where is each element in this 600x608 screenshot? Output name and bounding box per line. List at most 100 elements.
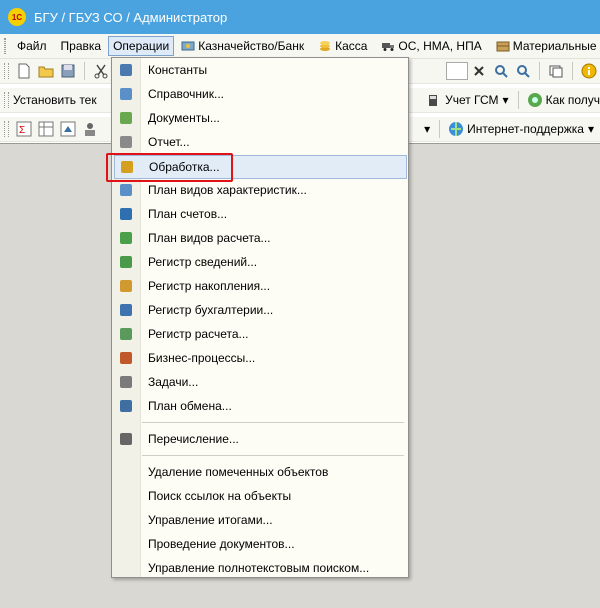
- help-circle-icon: [527, 93, 542, 107]
- menu-separator: [142, 455, 404, 456]
- toolbar-grip[interactable]: [4, 92, 9, 108]
- chevron-down-icon[interactable]: ▾: [424, 122, 430, 136]
- information-register-icon: [120, 256, 132, 268]
- menu-item-enumeration[interactable]: Перечисление...: [112, 428, 408, 450]
- window-title: БГУ / ГБУЗ СО / Администратор: [34, 9, 228, 25]
- documents-icon: [120, 112, 132, 124]
- menu-item-action-19[interactable]: Проведение документов...: [112, 533, 408, 555]
- menu-item-label: План счетов...: [148, 207, 228, 221]
- info-icon[interactable]: [581, 63, 597, 79]
- menu-item-action-17[interactable]: Поиск ссылок на объекты: [112, 485, 408, 507]
- menu-item-chart-of-accounts[interactable]: План счетов...: [112, 203, 408, 225]
- menu-item-business-process[interactable]: Бизнес-процессы...: [112, 347, 408, 369]
- menu-item-calculation-register[interactable]: Регистр расчета...: [112, 323, 408, 345]
- fuel-icon: [429, 95, 438, 106]
- treasury-icon: [181, 41, 195, 51]
- menu-item-label: Отчет...: [148, 135, 190, 149]
- menu-bar: Файл Правка Операции Казначейство/Банк К…: [0, 34, 600, 59]
- menu-item-characteristics-plan[interactable]: План видов характеристик...: [112, 179, 408, 201]
- menu-item-constants[interactable]: Константы: [112, 59, 408, 81]
- sum-icon[interactable]: Σ: [16, 121, 32, 137]
- search-combo[interactable]: [446, 62, 468, 80]
- constants-icon: [120, 64, 132, 76]
- calculation-register-icon: [120, 328, 132, 340]
- menu-item-accumulation-register[interactable]: Регистр накопления...: [112, 275, 408, 297]
- menu-treasury-bank[interactable]: Казначейство/Банк: [174, 36, 311, 56]
- menu-item-label: Бизнес-процессы...: [148, 351, 256, 365]
- chevron-down-icon[interactable]: ▾: [503, 93, 509, 107]
- menu-fixed-assets[interactable]: ОС, НМА, НПА: [374, 36, 488, 56]
- clear-search-icon[interactable]: [471, 63, 487, 79]
- title-bar: 1С БГУ / ГБУЗ СО / Администратор: [0, 0, 600, 34]
- menu-item-action-18[interactable]: Управление итогами...: [112, 509, 408, 531]
- menu-item-calculation-types[interactable]: План видов расчета...: [112, 227, 408, 249]
- menu-item-label: Перечисление...: [148, 432, 239, 446]
- menu-separator: [142, 422, 404, 423]
- chart-of-accounts-icon: [120, 208, 132, 220]
- characteristics-plan-icon: [120, 184, 132, 196]
- find-next-icon[interactable]: [515, 63, 531, 79]
- menu-item-documents[interactable]: Документы...: [112, 107, 408, 129]
- toolbar-separator: [539, 62, 540, 80]
- menu-item-action-20[interactable]: Управление полнотекстовым поиском...: [112, 557, 408, 579]
- menu-item-catalog[interactable]: Справочник...: [112, 83, 408, 105]
- how-to-receive-button[interactable]: Как получ: [546, 93, 600, 107]
- catalog-icon: [120, 88, 132, 100]
- menu-item-tasks[interactable]: Задачи...: [112, 371, 408, 393]
- globe-icon: [449, 122, 464, 136]
- menu-item-label: Документы...: [148, 111, 220, 125]
- toolbar-grip[interactable]: [4, 121, 9, 137]
- toolbar-grip[interactable]: [4, 63, 9, 79]
- menu-item-accounting-register[interactable]: Регистр бухгалтерии...: [112, 299, 408, 321]
- menu-item-label: Управление итогами...: [148, 513, 273, 527]
- business-process-icon: [120, 352, 132, 364]
- menu-materials-label: Материальные запа: [512, 39, 600, 53]
- menu-item-label: Поиск ссылок на объекты: [148, 489, 292, 503]
- menu-item-label: Проведение документов...: [148, 537, 295, 551]
- menu-item-information-register[interactable]: Регистр сведений...: [112, 251, 408, 273]
- menu-file[interactable]: Файл: [10, 36, 54, 56]
- svg-text:Σ: Σ: [19, 125, 25, 136]
- balance-icon[interactable]: [60, 121, 76, 137]
- cut-icon[interactable]: [93, 63, 109, 79]
- menu-item-label: Удаление помеченных объектов: [148, 465, 329, 479]
- user-report-icon[interactable]: [82, 121, 98, 137]
- menu-item-label: Регистр сведений...: [148, 255, 258, 269]
- highlight-annotation: [106, 153, 233, 182]
- menu-cash-label: Касса: [335, 39, 368, 53]
- menu-item-label: Регистр накопления...: [148, 279, 271, 293]
- menu-fixed-assets-label: ОС, НМА, НПА: [398, 39, 482, 53]
- menu-operations[interactable]: Операции: [108, 36, 175, 56]
- menu-item-label: Управление полнотекстовым поиском...: [148, 561, 370, 575]
- menu-item-label: План видов характеристик...: [148, 183, 307, 197]
- app-logo-icon: 1С: [8, 8, 26, 26]
- open-folder-icon[interactable]: [38, 63, 54, 79]
- set-button[interactable]: Установить тек: [13, 93, 97, 107]
- menu-cash[interactable]: Касса: [311, 36, 374, 56]
- menubar-grip[interactable]: [4, 38, 6, 54]
- exchange-plan-icon: [120, 400, 132, 412]
- menu-item-label: Справочник...: [148, 87, 224, 101]
- fuel-accounting-button[interactable]: Учет ГСМ: [445, 93, 498, 107]
- menu-item-label: Регистр бухгалтерии...: [148, 303, 274, 317]
- windows-icon[interactable]: [548, 63, 564, 79]
- table-report-icon[interactable]: [38, 121, 54, 137]
- menu-item-label: План видов расчета...: [148, 231, 271, 245]
- menu-item-action-16[interactable]: Удаление помеченных объектов: [112, 461, 408, 483]
- new-document-icon[interactable]: [16, 63, 32, 79]
- accounting-register-icon: [120, 304, 132, 316]
- chevron-down-icon[interactable]: ▾: [588, 122, 594, 136]
- operations-menu: Константы Справочник... Документы... Отчет.…: [111, 57, 409, 578]
- find-icon[interactable]: [493, 63, 509, 79]
- menu-item-exchange-plan[interactable]: План обмена...: [112, 395, 408, 417]
- toolbar-separator: [84, 62, 85, 80]
- menu-item-label: Задачи...: [148, 375, 199, 389]
- menu-item-report[interactable]: Отчет...: [112, 131, 408, 153]
- save-icon[interactable]: [60, 63, 76, 79]
- report-icon: [120, 136, 132, 148]
- menu-materials[interactable]: Материальные запа: [489, 36, 600, 56]
- internet-support-button[interactable]: Интернет-поддержка: [467, 122, 584, 136]
- calculation-types-icon: [120, 232, 132, 244]
- menu-edit[interactable]: Правка: [54, 36, 109, 56]
- toolbar-separator: [439, 120, 441, 138]
